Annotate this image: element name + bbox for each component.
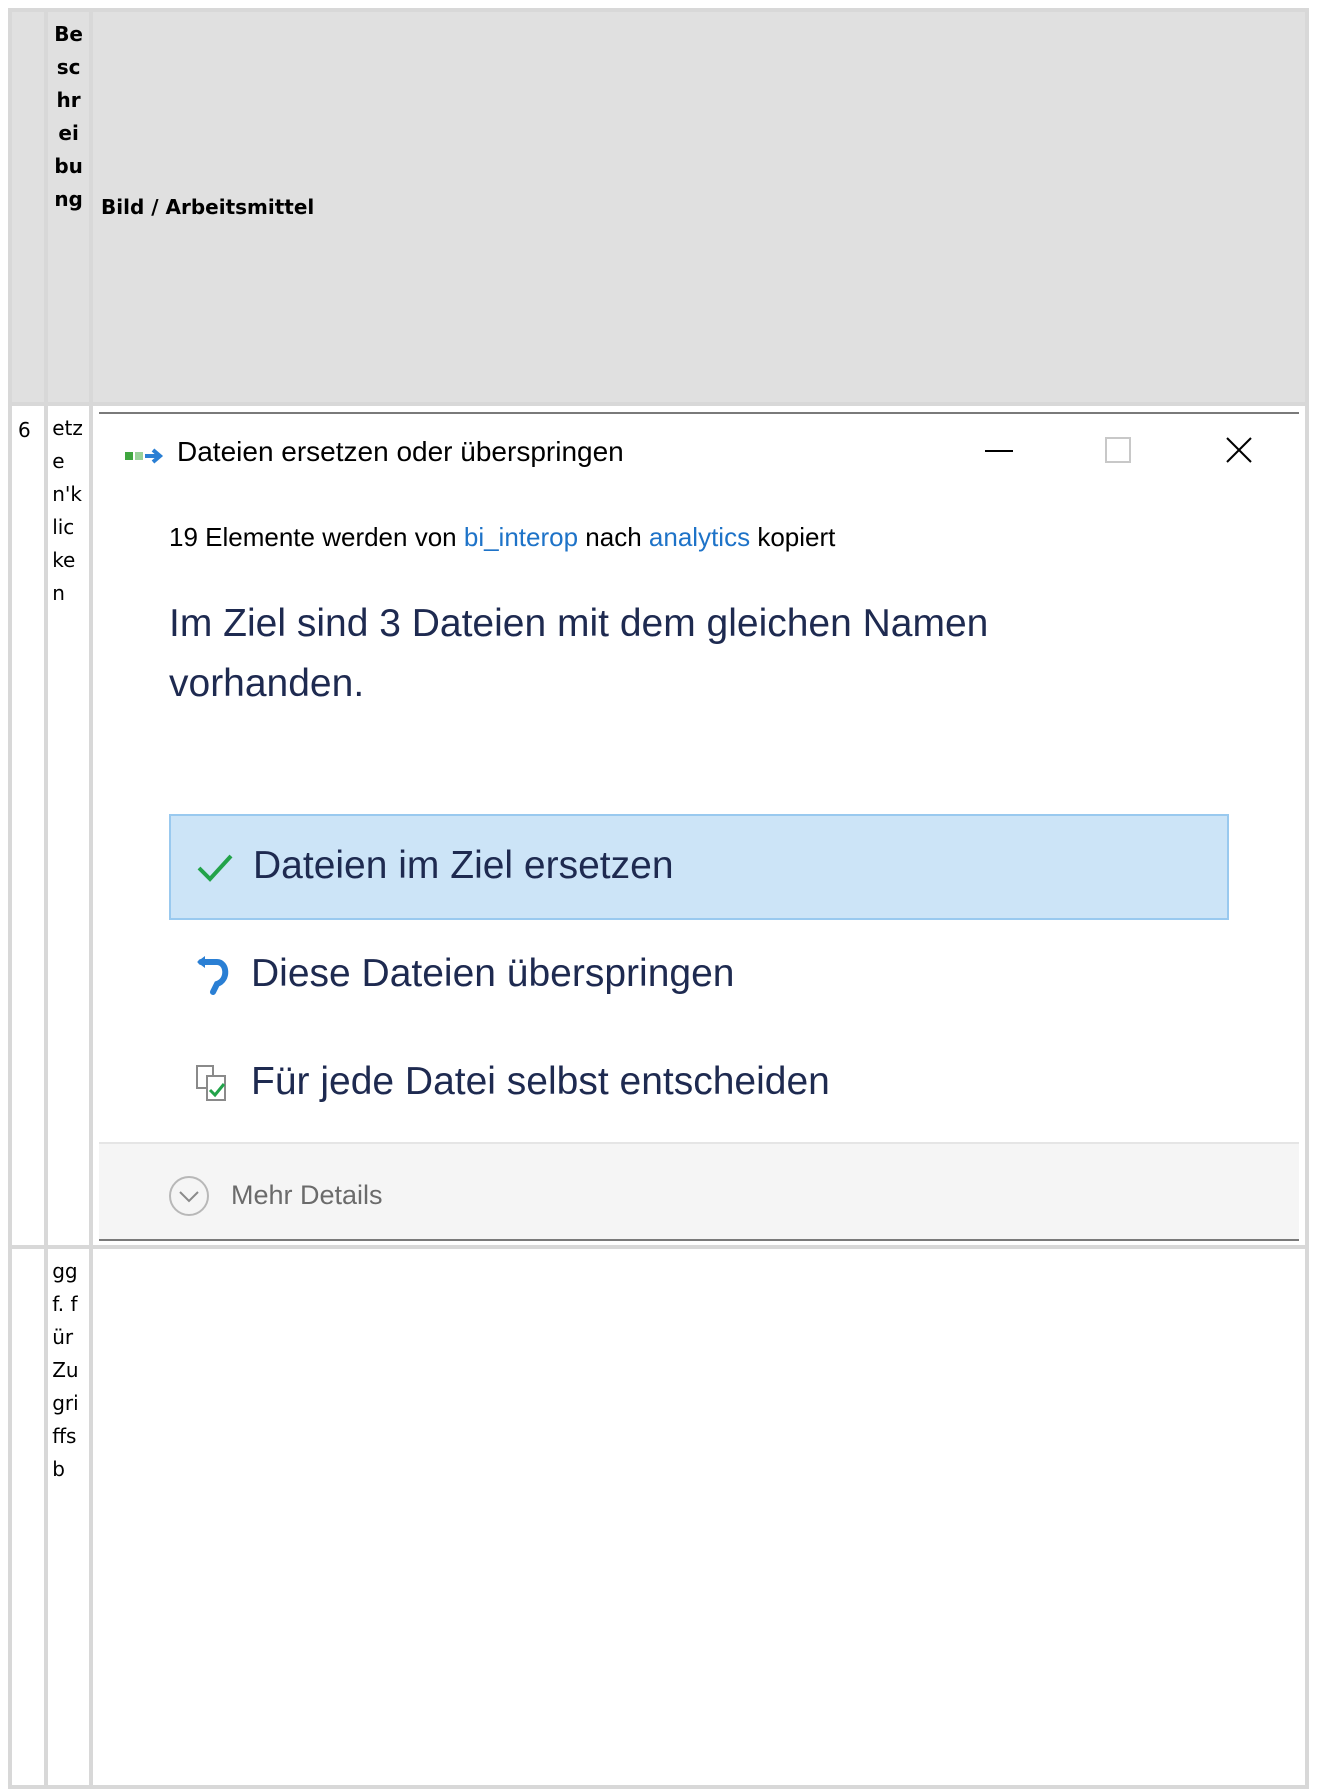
table-row: 6 etzen'klicken Dateien ersetzen oder üb… [7, 402, 1309, 1249]
row-image-cell [89, 1245, 1309, 1789]
skip-files-option[interactable]: Diese Dateien überspringen [169, 924, 1229, 1030]
table-row: ggf. für Zugriffsb [7, 1245, 1309, 1789]
summary-prefix: 19 Elemente werden von [169, 522, 457, 552]
summary-suffix: kopiert [757, 522, 836, 552]
header-image-text: Bild / Arbeitsmittel [101, 195, 315, 219]
checkmark-icon [197, 854, 233, 882]
chevron-down-circle-icon[interactable] [167, 1174, 211, 1218]
header-description-cell: Beschreibung [44, 8, 93, 406]
target-folder-link[interactable]: analytics [649, 522, 750, 552]
copy-summary: 19 Elemente werden von bi_interop nach a… [169, 522, 835, 553]
decide-each-option[interactable]: Für jede Datei selbst entscheiden [169, 1032, 1229, 1138]
dialog-titlebar: Dateien ersetzen oder überspringen [99, 414, 1299, 484]
option-label: Diese Dateien überspringen [251, 952, 735, 995]
header-image-cell: Bild / Arbeitsmittel [89, 8, 1309, 406]
content-table: Beschreibung Bild / Arbeitsmittel 6 etze… [7, 8, 1309, 1789]
option-label: Für jede Datei selbst entscheiden [251, 1060, 830, 1103]
row-image-cell: Dateien ersetzen oder überspringen 19 El [89, 402, 1309, 1249]
row-number-cell [7, 1245, 49, 1789]
row-description-cell: ggf. für Zugriffsb [44, 1245, 93, 1789]
header-description-text: Beschreibung [54, 22, 83, 211]
dialog-content: 19 Elemente werden von bi_interop nach a… [99, 484, 1299, 1142]
row-description-text: etzen'klicken [52, 416, 83, 605]
more-details-button[interactable]: Mehr Details [231, 1180, 383, 1211]
table-header-row: Beschreibung Bild / Arbeitsmittel [7, 8, 1309, 406]
replace-files-option[interactable]: Dateien im Ziel ersetzen [169, 814, 1229, 920]
conflict-heading: Im Ziel sind 3 Dateien mit dem gleichen … [169, 602, 989, 705]
row-description-text: ggf. für Zugriffsb [52, 1259, 79, 1481]
file-copy-icon [125, 448, 164, 464]
skip-arrow-icon [197, 956, 229, 995]
summary-middle: nach [585, 522, 642, 552]
file-conflict-dialog: Dateien ersetzen oder überspringen 19 El [99, 412, 1299, 1241]
dialog-title: Dateien ersetzen oder überspringen [177, 436, 624, 467]
row-description-cell: etzen'klicken [44, 402, 93, 1249]
row-number-cell: 6 [7, 402, 49, 1249]
option-label: Dateien im Ziel ersetzen [253, 844, 674, 887]
maximize-icon[interactable] [1089, 426, 1149, 474]
compare-files-icon [196, 1065, 226, 1101]
close-icon[interactable] [1209, 426, 1269, 474]
minimize-icon[interactable] [969, 426, 1029, 474]
source-folder-link[interactable]: bi_interop [464, 522, 578, 552]
header-number-cell [7, 8, 49, 406]
row-number: 6 [18, 418, 31, 442]
dialog-footer: Mehr Details [99, 1144, 1299, 1239]
